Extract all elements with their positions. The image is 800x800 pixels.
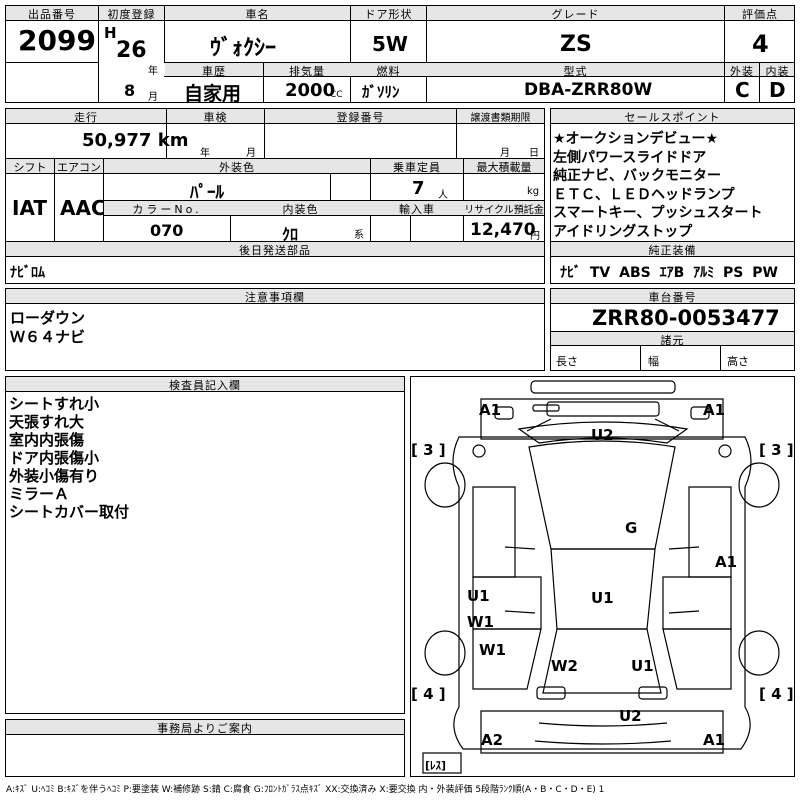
import-label: 輸入車: [399, 203, 435, 216]
damage-left-upper-2: W1: [467, 613, 494, 631]
year-unit: 年: [148, 66, 158, 77]
damage-rear-glass: U2: [619, 707, 642, 725]
person-unit: 人: [438, 190, 448, 201]
recycle-label: リサイクル預託金: [464, 205, 544, 216]
lot-no-value: 2099: [18, 24, 96, 57]
door-type-label: ドア形状: [364, 8, 413, 21]
color-no-value: 070: [150, 221, 184, 240]
damage-left-upper: U1: [467, 587, 490, 605]
damage-roof: G: [625, 519, 637, 537]
height-label: 高さ: [727, 355, 749, 368]
damage-right-side: A1: [715, 553, 737, 571]
damage-rear-right-corner: A1: [703, 731, 725, 749]
displacement-value: 2000: [285, 80, 336, 101]
model-type-value: DBA-ZRR80W: [524, 80, 653, 100]
recycle-value: 12,470: [470, 220, 536, 240]
transfer-deadline-label: 譲渡書類期限: [470, 113, 531, 124]
int-color-label: 内装色: [282, 203, 319, 216]
shift-value: IAT: [12, 196, 48, 220]
damage-front-left: A1: [479, 401, 501, 419]
later-parts-value: ﾅﾋﾞﾛﾑ: [10, 265, 45, 281]
fuel-value: ｶﾞｿﾘﾝ: [362, 83, 400, 101]
legend: A:ｷｽﾞ U:ﾍｺﾐ B:ｷｽﾞを伴うﾍｺﾐ P:要塗装 W:補修跡 S:錆 …: [6, 785, 605, 795]
exterior-grade-value: C: [735, 78, 750, 102]
damage-rear-left: A2: [481, 731, 503, 749]
office-label: 事務局よりご案内: [157, 722, 253, 735]
year-value: 26: [116, 38, 147, 63]
kei-unit: 系: [354, 230, 364, 241]
car-name-value: ｳﾞｫｸｼｰ: [210, 36, 277, 61]
chassis-no-value: ZRR80-0053477: [592, 306, 780, 330]
cc-unit: CC: [330, 90, 343, 100]
displacement-label: 排気量: [289, 65, 325, 78]
color-no-label: カラーNo.: [132, 203, 202, 216]
model-type-label: 型式: [563, 65, 588, 78]
score-label: 評価点: [742, 8, 778, 21]
interior-label: 内装: [765, 65, 790, 78]
interior-grade-value: D: [769, 78, 786, 102]
tire-front-left: [ 3 ]: [411, 441, 446, 459]
month-value: 8: [124, 81, 136, 100]
damage-windshield: U2: [591, 426, 614, 444]
length-label: 長さ: [556, 355, 578, 368]
history-value: 自家用: [184, 83, 242, 105]
reg-no-label: 登録番号: [336, 111, 385, 124]
yen-unit: 円: [530, 231, 540, 242]
door-type-value: 5W: [372, 32, 408, 56]
era-value: H: [104, 24, 117, 42]
damage-rear-right: U1: [631, 657, 654, 675]
tire-front-right: [ 3 ]: [759, 441, 794, 459]
chassis-no-label: 車台番号: [648, 291, 697, 304]
mileage-label: 走行: [74, 111, 98, 124]
mileage-value: 50,977 km: [82, 130, 189, 151]
kg-unit: kg: [527, 186, 540, 197]
sales-points-text: ★オークションデビュー★ 左側パワースライドドア 純正ナビ、バックモニター ＥＴ…: [553, 131, 763, 240]
aircon-value: AAC: [60, 196, 106, 220]
max-load-label: 最大積載量: [476, 161, 532, 174]
inspector-label: 検査員記入欄: [169, 379, 241, 392]
sales-point-label: セールスポイント: [624, 111, 721, 124]
day-unit: 日: [529, 148, 539, 159]
shaken-label: 車検: [203, 111, 228, 124]
capacity-value: 7: [412, 178, 425, 199]
tire-rear-left: [ 4 ]: [411, 685, 446, 703]
damage-rear-center: W2: [551, 657, 578, 675]
width-label: 幅: [648, 355, 659, 368]
shift-label: シフト: [13, 161, 47, 174]
month-unit: 月: [148, 92, 158, 103]
genuine-equip-value: ﾅﾋﾞ TV ABS ｴｱB ｱﾙﾐ PS PW: [560, 265, 778, 281]
grade-value: ZS: [560, 32, 592, 57]
capacity-label: 乗車定員: [393, 161, 441, 174]
aircon-label: エアコン: [57, 161, 101, 174]
specs-label: 諸元: [660, 334, 685, 347]
history-label: 車歴: [202, 65, 226, 78]
first-reg-label: 初度登録: [107, 8, 156, 21]
damage-left-lower: W1: [479, 641, 506, 659]
tire-rear-right: [ 4 ]: [759, 685, 794, 703]
lot-no-label: 出品番号: [28, 8, 76, 21]
fuel-label: 燃料: [376, 65, 401, 78]
grade-label: グレード: [551, 8, 600, 21]
later-parts-label: 後日発送部品: [239, 244, 311, 257]
spare-tire: [ﾚｽ]: [425, 759, 446, 772]
damage-front-right: A1: [703, 401, 725, 419]
inspector-text: シートすれ小 天張すれ大 室内内張傷 ドア内張傷小 外装小傷有り ミラーＡ シー…: [9, 395, 130, 521]
notes-label: 注意事項欄: [245, 291, 305, 304]
car-diagram: A1 A1 U2 G A1 U1 W1 U1 W1 W2 U1 U2 A2 A1…: [410, 376, 795, 777]
damage-center: U1: [591, 589, 614, 607]
exterior-label: 外装: [730, 65, 754, 78]
score-value: 4: [752, 30, 769, 58]
car-name-label: 車名: [245, 8, 270, 21]
ext-color-label: 外装色: [219, 161, 255, 174]
car-diagram-svg: A1 A1 U2 G A1 U1 W1 U1 W1 W2 U1 U2 A2 A1…: [411, 380, 794, 774]
genuine-equip-label: 純正装備: [648, 244, 697, 257]
notes-text: ローダウン Ｗ６４ナビ: [10, 309, 86, 346]
